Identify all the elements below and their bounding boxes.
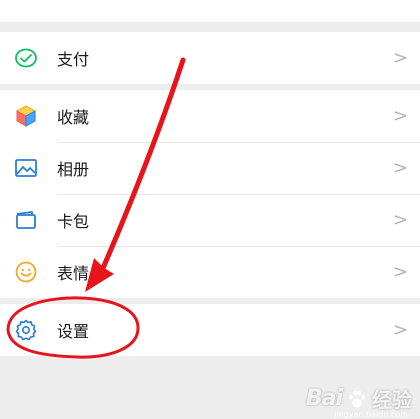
menu-item-label: 相册 <box>57 160 90 179</box>
baidu-jingyan-watermark: Bai 经验 <box>306 384 412 413</box>
chevron-right-icon: > <box>392 261 408 283</box>
chevron-right-icon: > <box>392 105 408 127</box>
menu-item-cards[interactable]: 卡包 > <box>0 194 420 246</box>
chevron-right-icon: > <box>392 319 408 341</box>
cube-icon <box>15 105 37 127</box>
watermark-suffix: 经验 <box>372 388 412 412</box>
settings-group: 设置 > <box>0 304 420 356</box>
menu-item-label: 设置 <box>57 322 90 341</box>
card-icon <box>16 211 36 229</box>
menu-item-settings[interactable]: 设置 > <box>0 304 420 356</box>
chevron-right-icon: > <box>392 47 408 69</box>
watermark-url: jingyan.baidu.com <box>334 410 408 419</box>
chevron-right-icon: > <box>392 209 408 231</box>
wallet-check-icon <box>15 48 37 68</box>
pay-group: 支付 > <box>0 32 420 84</box>
services-group: 收藏 > 相册 > 卡包 > 表情 > <box>0 90 420 298</box>
smiley-icon <box>15 261 37 283</box>
menu-item-favorites[interactable]: 收藏 > <box>0 90 420 142</box>
menu-item-label: 卡包 <box>57 212 90 231</box>
menu-item-label: 支付 <box>57 50 90 69</box>
menu-item-label: 收藏 <box>57 108 90 127</box>
menu-item-pay[interactable]: 支付 > <box>0 32 420 84</box>
menu-item-album[interactable]: 相册 > <box>0 142 420 194</box>
paw-icon <box>349 389 365 407</box>
image-icon <box>15 159 37 177</box>
gear-icon <box>15 319 37 341</box>
menu-item-stickers[interactable]: 表情 > <box>0 246 420 298</box>
top-partial-group <box>0 0 420 22</box>
watermark-brand: Bai <box>305 386 343 411</box>
chevron-right-icon: > <box>392 157 408 179</box>
menu-item-label: 表情 <box>57 264 90 283</box>
